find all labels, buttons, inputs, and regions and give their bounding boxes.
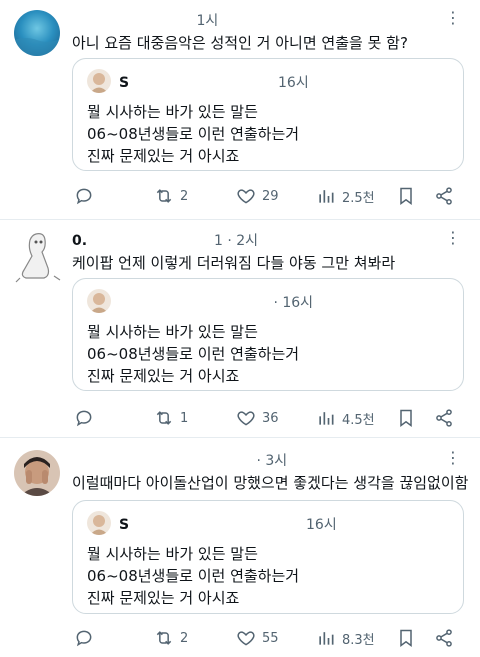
- bookmark-icon: [400, 629, 412, 647]
- post-text: 아니 요즘 대중음악은 성적인 거 아니면 연출을 못 함?: [72, 34, 408, 52]
- quoted-line: 진짜 문제있는 거 아시죠: [87, 367, 240, 385]
- like-button[interactable]: 36: [236, 406, 279, 430]
- quoted-meta: S 16시: [119, 72, 309, 92]
- quoted-line: 진짜 문제있는 거 아시죠: [87, 147, 240, 165]
- repost-button[interactable]: 2: [154, 184, 188, 208]
- avatar[interactable]: [14, 450, 60, 496]
- repost-count: 1: [180, 410, 189, 426]
- more-options-icon[interactable]: ⋮: [445, 8, 462, 27]
- quoted-line: 뭘 시사하는 바가 있든 말든: [87, 545, 258, 563]
- share-button[interactable]: [434, 626, 454, 650]
- quoted-avatar: [87, 511, 111, 535]
- views-count: 8.3천: [342, 632, 375, 648]
- views-icon: [319, 632, 334, 645]
- quoted-line: 06~08년생들로 이런 연출하는거: [87, 567, 300, 585]
- repost-count: 2: [180, 188, 189, 204]
- quoted-meta: S 16시: [119, 514, 337, 534]
- quoted-line: 06~08년생들로 이런 연출하는거: [87, 125, 300, 143]
- post-time[interactable]: · 3시: [256, 453, 287, 469]
- repost-button[interactable]: 1: [154, 406, 188, 430]
- share-icon: [436, 629, 452, 647]
- share-button[interactable]: [434, 184, 454, 208]
- views-count: 2.5천: [342, 190, 375, 206]
- repost-count: 2: [180, 630, 189, 646]
- heart-icon: [237, 631, 255, 646]
- like-count: 29: [262, 188, 279, 204]
- avatar[interactable]: [14, 228, 62, 284]
- quoted-time: 16시: [306, 517, 337, 533]
- action-bar: 1 36 4.5천: [72, 406, 464, 430]
- bookmark-icon: [400, 409, 412, 427]
- quoted-post[interactable]: · 16시 뭘 시사하는 바가 있든 말든 06~08년생들로 이런 연출하는거…: [72, 278, 464, 391]
- like-count: 55: [262, 630, 279, 646]
- post-time[interactable]: 1 · 2시: [214, 233, 258, 249]
- heart-icon: [237, 411, 255, 426]
- post[interactable]: · 3시 ⋮ 이럴때마다 아이돌산업이 망했으면 좋겠다는 생각을 끊임없이함 …: [0, 438, 480, 657]
- quoted-name: S: [119, 75, 130, 91]
- quoted-line: 06~08년생들로 이런 연출하는거: [87, 345, 300, 363]
- views-icon: [319, 412, 334, 425]
- quoted-time: 16시: [278, 75, 309, 91]
- quoted-line: 뭘 시사하는 바가 있든 말든: [87, 323, 258, 341]
- post-text: 이럴때마다 아이돌산업이 망했으면 좋겠다는 생각을 끊임없이함: [72, 474, 469, 492]
- share-icon: [436, 187, 452, 205]
- quoted-time: · 16시: [273, 295, 314, 311]
- more-options-icon[interactable]: ⋮: [445, 228, 462, 247]
- views-count: 4.5천: [342, 412, 375, 428]
- more-options-icon[interactable]: ⋮: [445, 448, 462, 467]
- reply-button[interactable]: [74, 406, 100, 430]
- quoted-post[interactable]: S 16시 뭘 시사하는 바가 있든 말든 06~08년생들로 이런 연출하는거…: [72, 500, 464, 614]
- reply-icon: [76, 410, 92, 427]
- reply-icon: [76, 188, 92, 205]
- share-icon: [436, 409, 452, 427]
- like-button[interactable]: 29: [236, 184, 279, 208]
- quoted-line: 진짜 문제있는 거 아시죠: [87, 589, 240, 607]
- action-bar: 2 29 2.5천: [72, 184, 464, 208]
- quoted-name: S: [119, 517, 130, 533]
- repost-icon: [156, 631, 172, 645]
- post-meta: · 3시: [72, 450, 287, 470]
- like-count: 36: [262, 410, 279, 426]
- quoted-meta: · 16시: [119, 292, 313, 312]
- repost-icon: [156, 411, 172, 425]
- quoted-post[interactable]: S 16시 뭘 시사하는 바가 있든 말든 06~08년생들로 이런 연출하는거…: [72, 58, 464, 171]
- views-button[interactable]: 2.5천: [316, 184, 375, 208]
- reply-button[interactable]: [74, 626, 100, 650]
- bookmark-button[interactable]: [396, 626, 416, 650]
- post-meta: 0. 1 · 2시: [72, 230, 258, 250]
- post[interactable]: 1시 ⋮ 아니 요즘 대중음악은 성적인 거 아니면 연출을 못 함? S 16…: [0, 0, 480, 219]
- post-text: 케이팝 언제 이렇게 더러워짐 다들 야동 그만 쳐봐라: [72, 254, 396, 272]
- heart-icon: [237, 189, 255, 204]
- views-icon: [319, 190, 334, 203]
- repost-icon: [156, 189, 172, 203]
- views-button[interactable]: 8.3천: [316, 626, 375, 650]
- post[interactable]: 0. 1 · 2시 ⋮ 케이팝 언제 이렇게 더러워짐 다들 야동 그만 쳐봐라…: [0, 220, 480, 437]
- quoted-line: 뭘 시사하는 바가 있든 말든: [87, 103, 258, 121]
- bookmark-button[interactable]: [396, 184, 416, 208]
- post-time[interactable]: 1시: [196, 13, 218, 29]
- avatar[interactable]: [14, 10, 60, 56]
- bookmark-button[interactable]: [396, 406, 416, 430]
- author-name[interactable]: 0.: [72, 233, 87, 249]
- bookmark-icon: [400, 187, 412, 205]
- views-button[interactable]: 4.5천: [316, 406, 375, 430]
- repost-button[interactable]: 2: [154, 626, 188, 650]
- quoted-avatar: [87, 69, 111, 93]
- reply-button[interactable]: [74, 184, 100, 208]
- post-meta: 1시: [72, 10, 218, 30]
- reply-icon: [76, 630, 92, 647]
- share-button[interactable]: [434, 406, 454, 430]
- action-bar: 2 55 8.3천: [72, 626, 464, 650]
- quoted-avatar: [87, 289, 111, 313]
- like-button[interactable]: 55: [236, 626, 279, 650]
